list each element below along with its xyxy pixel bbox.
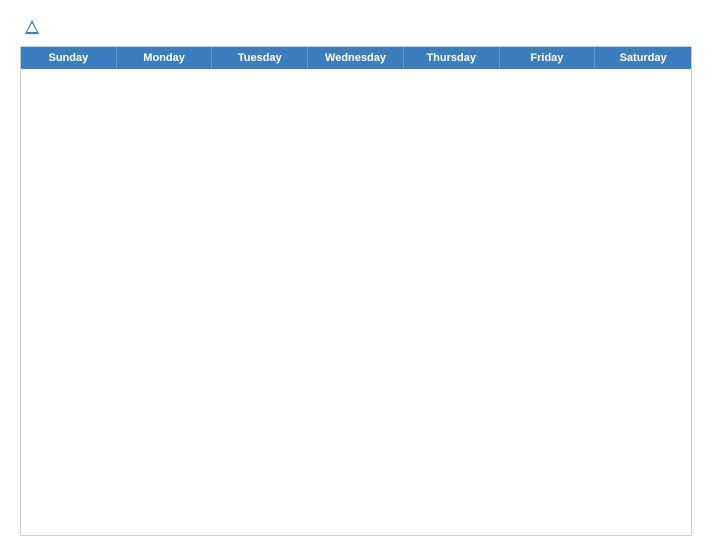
- dow-cell-saturday: Saturday: [595, 47, 691, 69]
- calendar-page: SundayMondayTuesdayWednesdayThursdayFrid…: [0, 0, 712, 550]
- days-of-week-header: SundayMondayTuesdayWednesdayThursdayFrid…: [21, 47, 691, 69]
- dow-cell-thursday: Thursday: [404, 47, 500, 69]
- dow-cell-friday: Friday: [500, 47, 596, 69]
- dow-cell-wednesday: Wednesday: [308, 47, 404, 69]
- logo: [20, 18, 41, 36]
- calendar-grid: SundayMondayTuesdayWednesdayThursdayFrid…: [20, 46, 692, 536]
- dow-cell-tuesday: Tuesday: [212, 47, 308, 69]
- dow-cell-sunday: Sunday: [21, 47, 117, 69]
- page-header: [20, 18, 692, 36]
- dow-cell-monday: Monday: [117, 47, 213, 69]
- weeks-container: [21, 69, 691, 535]
- logo-icon: [23, 18, 41, 36]
